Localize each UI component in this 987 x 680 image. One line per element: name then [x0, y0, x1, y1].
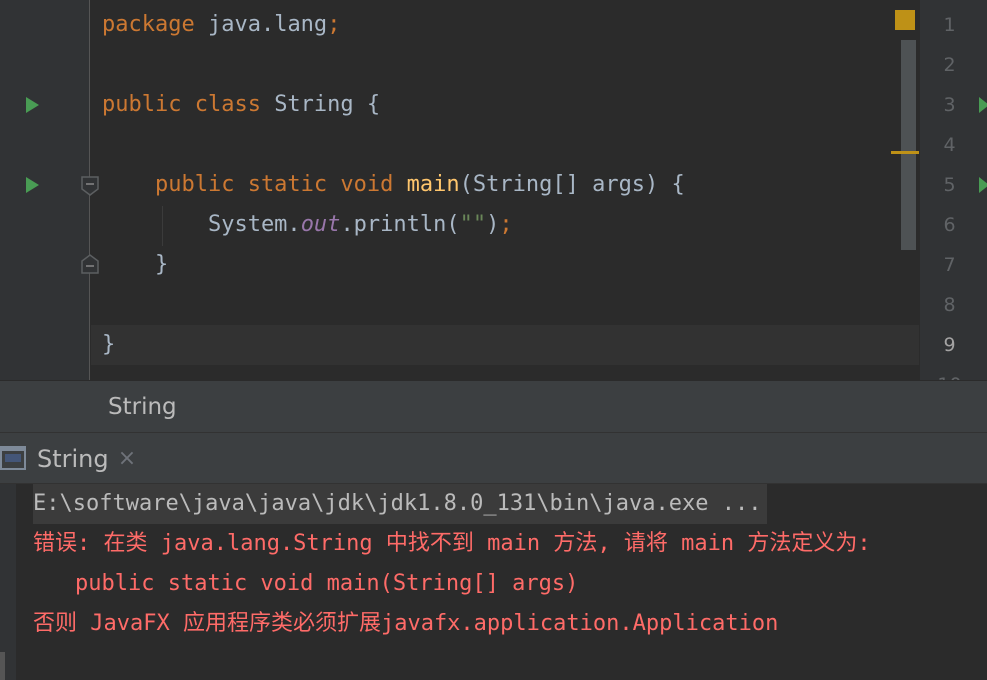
line-number: 10 — [920, 365, 979, 380]
close-icon[interactable]: × — [116, 445, 138, 473]
line-number: 9 — [943, 334, 956, 356]
line-number: 6 — [943, 214, 956, 236]
indent-guide — [162, 206, 163, 246]
code-token: .println( — [340, 212, 460, 237]
line-number: 7 — [943, 254, 956, 276]
code-token: main — [406, 172, 460, 197]
left-gutter — [0, 0, 90, 380]
code-line[interactable] — [91, 365, 919, 380]
code-token: "" — [459, 212, 487, 237]
code-line[interactable]: } — [91, 325, 919, 365]
line-number-gutter: 1 2 3 4 5 6 7 8 9 10 — [920, 0, 987, 380]
code-token: String { — [274, 92, 381, 117]
run-class-mini-icon[interactable] — [979, 97, 987, 113]
console-output[interactable]: E:\software\java\java\jdk\jdk1.8.0_131\b… — [0, 484, 987, 680]
code-area[interactable]: package java.lang; public class String { … — [91, 0, 919, 380]
run-main-mini-icon[interactable] — [979, 177, 987, 193]
code-line[interactable] — [91, 285, 919, 325]
console-error-line: 错误: 在类 java.lang.String 中找不到 main 方法, 请将… — [33, 531, 871, 556]
code-token: ; — [327, 12, 341, 37]
console-error-line: public static void main(String[] args) — [75, 571, 579, 596]
line-number: 5 — [943, 174, 956, 196]
breadcrumb-item-string[interactable]: String — [108, 381, 177, 433]
code-token: } — [102, 332, 116, 357]
code-line[interactable]: package java.lang; — [91, 5, 919, 45]
code-token: out — [300, 212, 341, 237]
code-token: (String[] args) { — [459, 172, 685, 197]
run-class-icon[interactable] — [26, 97, 39, 113]
code-line[interactable]: public class String { — [91, 85, 919, 125]
code-line[interactable] — [91, 45, 919, 85]
code-token: package — [102, 12, 208, 37]
line-number: 8 — [943, 294, 956, 316]
code-token: java.lang — [207, 12, 328, 37]
scrollbar-warning-mark[interactable] — [891, 151, 919, 154]
code-token: public class — [102, 92, 275, 117]
run-main-icon[interactable] — [26, 177, 39, 193]
code-line[interactable] — [91, 125, 919, 165]
code-editor[interactable]: package java.lang; public class String { … — [0, 0, 987, 380]
line-number: 4 — [943, 134, 956, 156]
code-token: ; — [499, 212, 513, 237]
code-line[interactable]: System.out.println(""); — [91, 205, 919, 245]
run-tab-label[interactable]: String — [37, 433, 109, 485]
code-token: } — [102, 252, 169, 277]
run-tool-window-header: String × — [0, 432, 987, 484]
warning-marker-icon[interactable] — [895, 10, 915, 30]
code-token: ) — [486, 212, 500, 237]
console-toolbar-strip — [0, 484, 16, 680]
code-line[interactable]: public static void main(String[] args) { — [91, 165, 919, 205]
code-token: System. — [102, 212, 301, 237]
console-command-line: E:\software\java\java\jdk\jdk1.8.0_131\b… — [33, 484, 768, 524]
console-error-line: 否则 JavaFX 应用程序类必须扩展javafx.application.Ap… — [33, 611, 779, 636]
editor-scrollbar[interactable] — [901, 40, 916, 250]
line-number: 1 — [943, 14, 956, 36]
code-line[interactable]: } — [91, 245, 919, 285]
console-scrollbar[interactable] — [0, 652, 5, 680]
line-number: 3 — [943, 94, 956, 116]
console-icon — [0, 446, 26, 470]
line-number: 2 — [943, 54, 956, 76]
breadcrumb: String — [0, 380, 987, 432]
code-token: public static void — [102, 172, 407, 197]
